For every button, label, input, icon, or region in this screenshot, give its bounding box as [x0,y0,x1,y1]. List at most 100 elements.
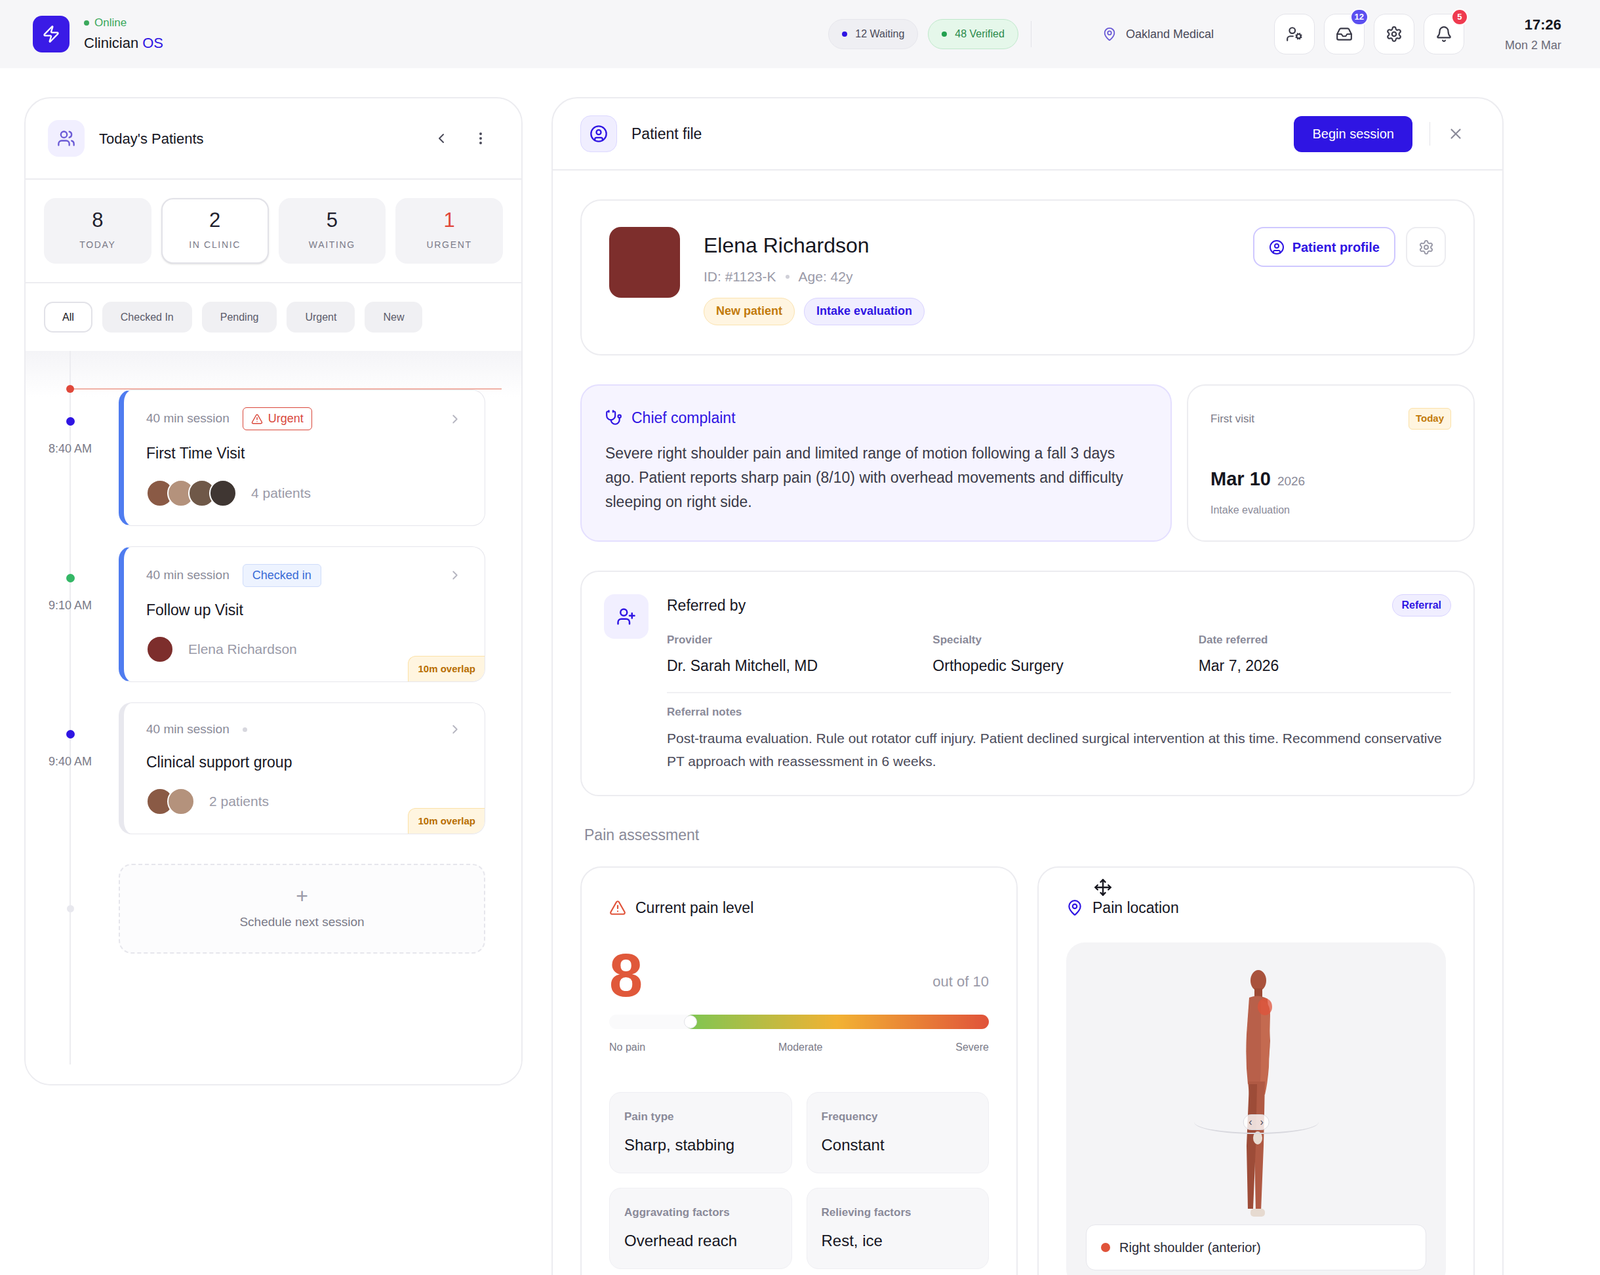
app-logo[interactable] [32,15,70,53]
settings-button[interactable] [1373,13,1415,55]
today-badge: Today [1408,407,1452,430]
stat-box[interactable]: 1URGENT [395,198,503,264]
session-row: 8:40 AM 40 min session Urgent First Time Vi… [25,389,522,526]
chevron-right-icon[interactable] [447,567,463,583]
schedule-row: +Schedule next session [25,863,522,954]
begin-session-button[interactable]: Begin session [1293,116,1413,153]
chevron-right-icon[interactable] [447,721,463,737]
move-cursor-icon [1093,878,1113,897]
patients-icon-box [47,120,85,157]
pain-detail: Pain typeSharp, stabbing [609,1091,793,1174]
queue-pill[interactable]: 48 Verified [927,19,1019,50]
avatar-photo [209,479,237,507]
avatar-photo [146,635,174,663]
pain-scale: out of 10 [932,970,989,993]
body-viewer[interactable]: ‹› Right shoulder (anterior) [1066,942,1446,1275]
profile-icon [1285,25,1303,43]
session-time: 8:40 AM [48,440,92,458]
overlap-badge: 10m overlap [407,655,485,682]
referral-card: Referred byReferralProviderDr. Sarah Mit… [580,570,1475,797]
session-row: 9:10 AM40 min sessionChecked inFollow up… [25,546,522,683]
patient-settings-button[interactable] [1405,226,1446,267]
chevron-left-icon[interactable] [433,130,450,147]
session-time: 9:40 AM [48,752,92,771]
gear-icon [1418,239,1435,256]
stethoscope-icon [605,409,623,427]
pin-icon [1102,26,1117,42]
pain-location-card: Pain location ‹› Right shoulder (anterior) [1037,866,1475,1275]
user-circle-icon [1268,239,1285,256]
clock: 17:26Mon 2 Mar [1504,13,1562,55]
close-icon[interactable] [1447,125,1465,143]
user-plus-icon [616,606,637,627]
schedule-button[interactable]: +Schedule next session [118,863,486,954]
avatar-photo [167,787,195,816]
patient-photo [609,226,680,298]
pain-detail: Relieving factorsRest, ice [806,1187,990,1269]
stat-box[interactable]: 5WAITING [278,198,387,264]
referral-title: Referred by [666,594,746,618]
session-card[interactable]: 40 min sessionClinical support group2 pa… [118,702,486,835]
notes-label: Referral notes [666,705,742,719]
referral-badge: Referral [1392,594,1452,617]
session-duration: 40 min session [146,409,230,429]
panel-title: Today's Patients [99,127,204,150]
pain-level-card: Current pain level8out of 10No painModer… [580,866,1018,1275]
urgent-badge: Urgent [242,407,313,431]
chevron-right-icon[interactable] [447,411,463,427]
filter-chip[interactable]: All [43,301,93,333]
meter-tick: No pain [609,1039,646,1056]
session-row: 9:40 AM 40 min sessionClinical support gr… [25,702,522,835]
panel-title: Patient file [631,122,702,146]
patient-age: Age: 42y [798,266,854,288]
divider [1429,121,1431,146]
location[interactable]: Oakland Medical [1102,25,1214,44]
filter-chip[interactable]: New [364,301,423,333]
patient-card: Elena RichardsonID: #1123-KAge: 42yNew p… [580,199,1475,356]
patient-name: Elena Richardson [703,229,1254,261]
profile-button[interactable] [1274,13,1315,55]
session-title: First Time Visit [146,441,463,465]
online-dot [83,20,90,26]
badge: 5 [1451,8,1469,26]
stat-box[interactable]: 2IN CLINIC [161,198,269,264]
patient-file-panel: Patient file Begin session Elena Richardso… [551,97,1504,1275]
filter-chip[interactable]: Pending [201,301,278,333]
checked-in-badge: Checked in [242,563,322,587]
pin-icon [1066,899,1084,917]
inbox-button[interactable]: 12 [1323,13,1365,55]
pain-detail: Aggravating factorsOverhead reach [609,1187,793,1269]
patient-profile-button[interactable]: Patient profile [1253,226,1396,267]
badge: 12 [1350,8,1369,26]
time-dot [66,417,75,426]
alert-icon [251,413,263,425]
card-title: Current pain level [635,896,754,920]
notifications-button[interactable]: 5 [1423,13,1465,55]
alert-icon [609,899,627,917]
time-dot [66,904,75,913]
session-card[interactable]: 40 min sessionUrgentFirst Time Visit4 pa… [118,389,486,526]
filter-chip[interactable]: Checked In [102,301,193,333]
filter-chip[interactable]: Urgent [286,301,355,333]
pain-marker-legend: Right shoulder (anterior) [1085,1224,1427,1271]
session-duration: 40 min session [146,720,230,740]
inbox-icon [1335,25,1353,43]
meter-knob[interactable] [683,1015,698,1029]
card-title: Pain location [1092,896,1180,920]
file-icon-box [580,115,618,153]
queue-pill[interactable]: 12 Waiting [828,19,919,50]
overlap-badge: 10m overlap [407,807,485,835]
stat-box[interactable]: 8TODAY [43,198,152,264]
online-status: Online [94,14,127,32]
top-bar: OnlineClinicianOS12 Waiting48 VerifiedOa… [0,0,1600,69]
pain-meter [609,1014,989,1029]
more-icon[interactable] [472,130,489,147]
user-circle-icon [589,124,608,143]
session-card[interactable]: 40 min sessionChecked inFollow up VisitE… [118,546,486,683]
visit-year: 2026 [1277,472,1305,492]
rotate-control[interactable]: ‹› [1242,1114,1270,1130]
referral-notes: Post-trauma evaluation. Rule out rotator… [666,726,1452,773]
visit-date: Mar 10 [1210,464,1271,494]
lightning-icon [41,24,61,44]
anatomy-figure[interactable] [1226,968,1286,1221]
